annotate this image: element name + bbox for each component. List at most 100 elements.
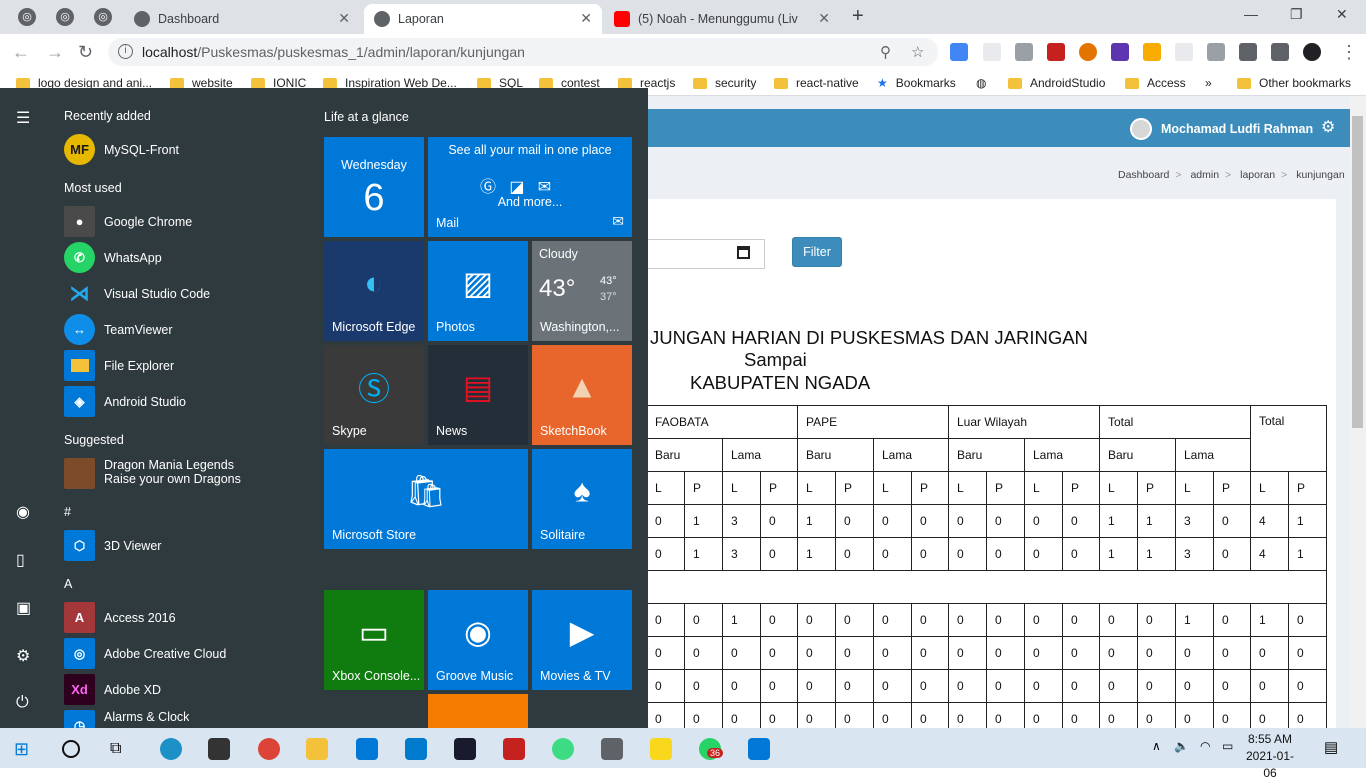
notification-icon[interactable]: ▤ [1324,738,1338,756]
info-icon[interactable]: i [118,44,133,59]
app-creative-cloud[interactable]: ◎ Adobe Creative Cloud [64,638,226,669]
restore-button[interactable]: ❐ [1290,6,1303,23]
extension-icon[interactable] [1207,43,1225,61]
app-android-studio[interactable]: ◈ Android Studio [64,386,186,417]
chevron-up-icon[interactable]: ∧ [1152,739,1161,753]
document-icon[interactable]: ▯ [16,550,25,570]
tile-mail[interactable]: See all your mail in one place Ⓖ ◪ ✉ And… [428,137,632,237]
profile-avatar[interactable] [1303,43,1321,61]
more-bookmarks-button[interactable]: » [1205,76,1212,90]
app-file-explorer[interactable]: File Explorer [64,350,174,381]
app-taskbar-icon[interactable] [503,738,525,760]
other-bookmarks[interactable]: Other bookmarks [1237,76,1351,90]
android-studio-taskbar-icon[interactable] [552,738,574,760]
system-clock[interactable]: 8:55 AM 2021-01-06 [1240,731,1300,782]
app-alarms-clock[interactable]: ◷ Alarms & Clock [64,710,189,728]
bookmark-folder[interactable]: AndroidStudio [1008,76,1105,90]
pinned-tab-3[interactable]: ◎ [94,8,112,26]
close-icon[interactable]: ✕ [338,10,350,27]
app-whatsapp[interactable]: ✆ WhatsApp [64,242,162,273]
app-teamviewer[interactable]: ↔ TeamViewer [64,314,173,345]
close-icon[interactable]: ✕ [818,10,830,27]
explorer-taskbar-icon[interactable] [306,738,328,760]
close-window-button[interactable]: ✕ [1336,6,1348,23]
tab-dashboard[interactable]: Dashboard ✕ [124,4,360,34]
address-bar[interactable]: i localhost/Puskesmas/puskesmas_1/admin/… [108,38,938,66]
tab-laporan[interactable]: Laporan ✕ [364,4,602,34]
bookmark-link[interactable]: ★ Bookmarks [877,76,956,90]
battery-icon[interactable]: ▭ [1222,739,1233,753]
gear-icon[interactable]: ⚙ [1321,117,1335,137]
tile-solitaire[interactable]: ♠ Solitaire [532,449,632,549]
whatsapp-taskbar-icon[interactable]: 36 [699,738,724,760]
tile-movies[interactable]: ▶ Movies & TV [532,590,632,690]
mail-taskbar-icon[interactable] [356,738,378,760]
breadcrumb-item[interactable]: admin [1190,169,1219,181]
extension-icon[interactable] [1143,43,1161,61]
video-extension-icon[interactable] [1047,43,1065,61]
extension-icon[interactable] [1111,43,1129,61]
app-dragon-mania[interactable]: Dragon Mania Legends Raise your own Drago… [64,458,241,489]
extension-icon[interactable] [1079,43,1097,61]
date-input[interactable] [640,239,765,269]
menu-icon[interactable]: ⋮ [1340,42,1358,63]
app-vscode[interactable]: ⋊ Visual Studio Code [64,278,211,309]
breadcrumb-item[interactable]: Dashboard [1118,169,1169,181]
tile-weather[interactable]: Cloudy 43° 43° 37° Washington,... [532,241,632,341]
new-tab-button[interactable]: + [852,5,864,28]
volume-icon[interactable]: 🔈 [1174,739,1189,753]
minimize-button[interactable]: — [1244,6,1258,22]
app-access[interactable]: A Access 2016 [64,602,176,633]
bookmark-link[interactable]: ◍ [976,76,994,90]
task-view-button[interactable]: ⧉ [110,738,132,760]
back-button[interactable]: ← [12,42,30,63]
media-icon[interactable] [1271,43,1289,61]
tile-skype[interactable]: Ⓢ Skype [324,345,424,445]
camera-extension-icon[interactable] [1015,43,1033,61]
vscode-taskbar-icon[interactable] [405,738,427,760]
bookmark-folder[interactable]: Access [1125,76,1186,90]
app-taskbar-icon[interactable] [748,738,770,760]
translate-extension-icon[interactable] [950,43,968,61]
settings-icon[interactable]: ⚙ [16,646,30,666]
sticky-notes-taskbar-icon[interactable] [650,738,672,760]
app-3d-viewer[interactable]: ⬡ 3D Viewer [64,530,161,561]
tile-groove[interactable]: ◉ Groove Music [428,590,528,690]
hamburger-icon[interactable]: ☰ [16,108,30,128]
pinned-tab-1[interactable]: ◎ [18,8,36,26]
extension-icon[interactable] [1175,43,1193,61]
tile-photos[interactable]: ▨ Photos [428,241,528,341]
network-app-taskbar-icon[interactable] [601,738,623,760]
breadcrumb-item[interactable]: laporan [1240,169,1275,181]
user-menu[interactable]: Mochamad Ludfi Rahman [1130,118,1313,140]
tile-sketchbook[interactable]: ▲ SketchBook [532,345,632,445]
filter-button[interactable]: Filter [792,237,842,267]
tile-edge[interactable]: ◐ Microsoft Edge [324,241,424,341]
zoom-icon[interactable]: ⚲ [880,43,891,61]
tile-calendar[interactable]: Wednesday 6 [324,137,424,237]
page-scrollbar[interactable] [1350,96,1366,728]
app-chrome[interactable]: ● Google Chrome [64,206,192,237]
tab-youtube[interactable]: (5) Noah - Menunggumu (Liv ✕ [604,4,840,34]
bookmark-folder[interactable]: security [693,76,756,90]
chrome-taskbar-icon[interactable] [258,738,280,760]
tile-xbox[interactable]: ▭ Xbox Console... [324,590,424,690]
pinned-tab-2[interactable]: ◎ [56,8,74,26]
app-mysql-front[interactable]: MF MySQL-Front [64,134,179,165]
tile-news[interactable]: ▤ News [428,345,528,445]
reload-button[interactable]: ↻ [78,42,93,63]
wifi-icon[interactable]: ◠ [1200,739,1210,753]
extension-icon[interactable] [983,43,1001,61]
edge-taskbar-icon[interactable] [160,738,182,760]
sublime-taskbar-icon[interactable] [454,738,476,760]
forward-button[interactable]: → [46,42,64,63]
puzzle-icon[interactable] [1239,43,1257,61]
power-icon[interactable]: ⏻ [16,694,29,712]
scrollbar-thumb[interactable] [1352,116,1363,428]
tile-store[interactable]: 🛍 Microsoft Store [324,449,528,549]
tile-partial[interactable] [428,694,528,728]
bookmark-folder[interactable]: react-native [774,76,859,90]
bookmark-star-icon[interactable]: ☆ [911,43,924,61]
user-icon[interactable]: ◉ [16,502,30,522]
pictures-icon[interactable]: ▣ [16,598,31,618]
